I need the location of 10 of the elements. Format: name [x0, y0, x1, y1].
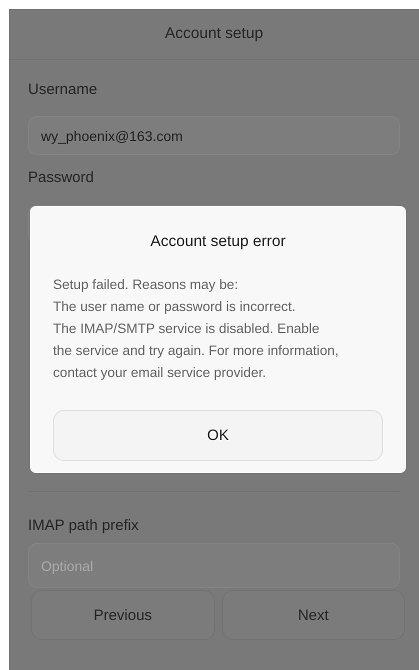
text-field[interactable]: wy_phoenix@163.com [28, 116, 400, 155]
field-label: Username [28, 80, 98, 100]
screen-title: Account setup [164, 25, 264, 43]
dialog-title: Account setup error [149, 232, 287, 252]
dialog-message: Setup failed. Reasons may be: The user name or password is incorrect. The IMAP/SMTP service is disabled. Enable the service and try again. For more information, contact your email service provider. [53, 276, 340, 382]
ok-button[interactable]: OK [53, 410, 383, 461]
previous-button[interactable]: Previous [31, 590, 214, 640]
field-label: IMAP path prefix [28, 516, 140, 536]
next-button[interactable]: Next [222, 590, 405, 640]
field-label: Password [28, 168, 95, 188]
